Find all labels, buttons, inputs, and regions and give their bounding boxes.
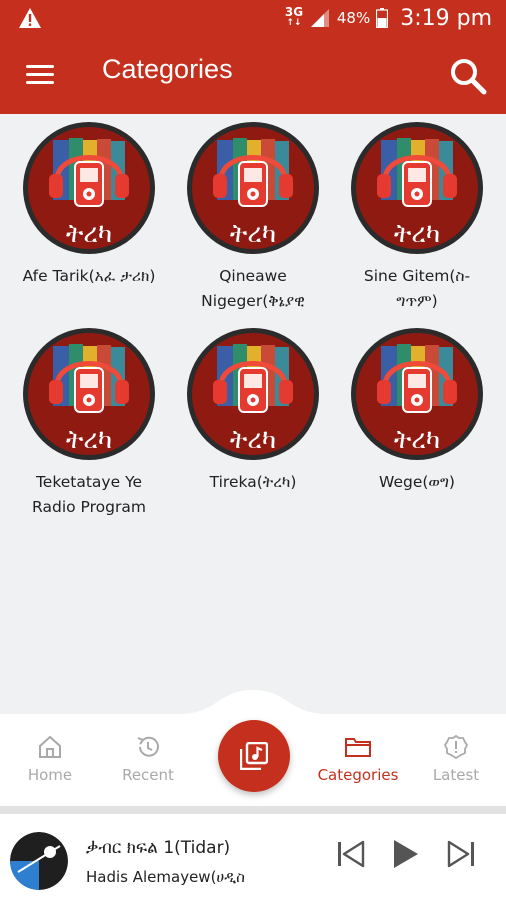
category-label: Teketataye Ye Radio Program — [32, 473, 146, 516]
battery-icon — [376, 8, 389, 28]
divider — [0, 806, 506, 814]
svg-text:ትረካ: ትረካ — [66, 425, 112, 455]
warning-icon — [19, 8, 41, 28]
page-title: Categories — [102, 54, 233, 84]
bottom-navigation: Home Recent Categories Latest — [0, 690, 506, 806]
category-card[interactable]: ትረካ Sine Gitem(ስ-ግጥም) — [342, 122, 492, 314]
folder-icon — [345, 738, 371, 757]
nav-latest[interactable]: Latest — [406, 734, 506, 784]
category-thumbnail: ትረካ — [187, 328, 319, 460]
category-label: Afe Tarik(አፈ ታሪክ) — [22, 267, 156, 285]
svg-text:ትረካ: ትረካ — [230, 425, 276, 455]
alert-icon — [443, 734, 469, 760]
svg-text:ትረካ: ትረካ — [230, 219, 276, 249]
track-artwork — [10, 832, 68, 890]
signal-icon — [310, 9, 329, 27]
app-bar: Categories — [0, 36, 506, 114]
track-artist: Hadis Alemayew(ሀዲስ — [86, 868, 245, 886]
menu-icon[interactable] — [22, 60, 58, 90]
svg-text:ትረካ: ትረካ — [394, 425, 440, 455]
category-label: Qineawe Nigeger(ቅኔያዊ — [201, 267, 305, 310]
nav-recent-label: Recent — [122, 766, 174, 784]
status-bar: 3G ↑↓ 48% 3:19 pm — [0, 0, 506, 36]
nav-home-label: Home — [27, 766, 73, 784]
nav-recent[interactable]: Recent — [98, 734, 198, 784]
category-label: Sine Gitem(ስ-ግጥም) — [363, 267, 471, 310]
history-icon — [137, 736, 159, 757]
category-label: Tireka(ትረካ) — [209, 473, 297, 491]
clock: 3:19 pm — [400, 5, 492, 31]
category-thumbnail: ትረካ — [23, 328, 155, 460]
network-type: 3G ↑↓ — [284, 5, 304, 28]
skip-next-icon[interactable] — [444, 836, 478, 872]
category-label: Wege(ወግ) — [379, 473, 455, 491]
mini-player[interactable]: ቃብር ክፍል 1(Tidar) Hadis Alemayew(ሀዲስ — [0, 814, 506, 900]
svg-text:ትረካ: ትረካ — [394, 219, 440, 249]
category-card[interactable]: ትረካ Afe Tarik(አፈ ታሪክ) — [14, 122, 164, 289]
category-thumbnail: ትረካ — [351, 122, 483, 254]
battery-percent: 48% — [336, 9, 371, 27]
category-card[interactable]: ትረካ Wege(ወግ) — [342, 328, 492, 495]
category-card[interactable]: ትረካ Qineawe Nigeger(ቅኔያዊ — [178, 122, 328, 314]
category-card[interactable]: ትረካ Tireka(ትረካ) — [178, 328, 328, 495]
track-title: ቃብር ክፍል 1(Tidar) — [86, 838, 231, 858]
nav-categories[interactable]: Categories — [308, 734, 408, 784]
nav-latest-label: Latest — [432, 766, 480, 784]
category-card[interactable]: ትረካ Teketataye Ye Radio Program — [14, 328, 164, 520]
skip-previous-icon[interactable] — [334, 836, 368, 872]
category-thumbnail: ትረካ — [187, 122, 319, 254]
nav-home[interactable]: Home — [0, 734, 100, 784]
home-icon — [39, 735, 61, 758]
svg-text:ትረካ: ትረካ — [66, 219, 112, 249]
category-thumbnail: ትረካ — [23, 122, 155, 254]
nav-categories-label: Categories — [317, 766, 399, 784]
status-right: 3G ↑↓ 48% 3:19 pm — [285, 0, 492, 36]
category-thumbnail: ትረካ — [351, 328, 483, 460]
search-icon[interactable] — [448, 56, 488, 96]
music-library-button[interactable] — [218, 720, 290, 792]
music-library-icon — [240, 742, 268, 770]
play-icon[interactable] — [388, 836, 422, 872]
